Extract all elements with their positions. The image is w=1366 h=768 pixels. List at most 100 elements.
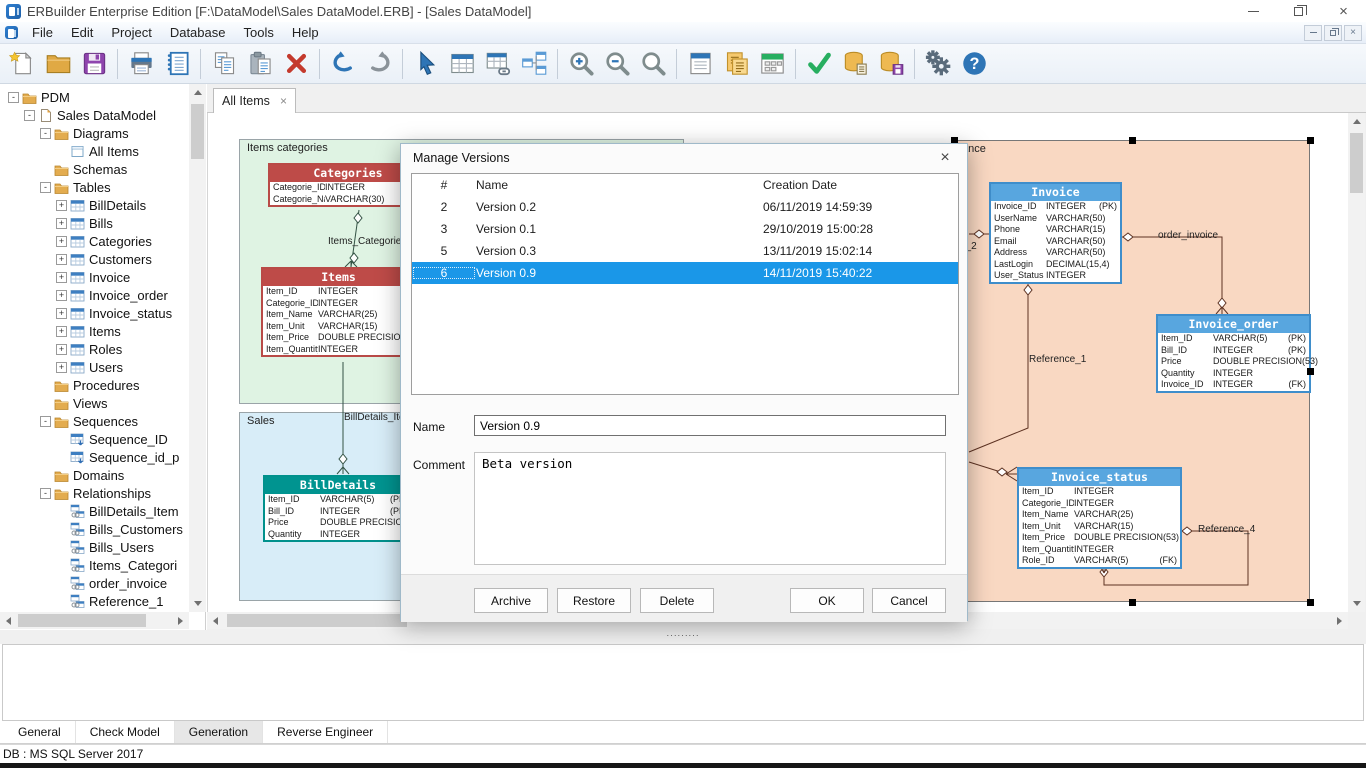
version-row-version-0-1[interactable]: 3Version 0.129/10/2019 15:00:28 xyxy=(412,218,958,240)
tree-toggle-icon[interactable]: - xyxy=(8,92,19,103)
tree-toggle-icon[interactable]: + xyxy=(56,200,67,211)
tree-item-customers[interactable]: +Customers xyxy=(0,250,189,268)
tab-generation[interactable]: Generation xyxy=(175,721,263,743)
scroll-up-icon[interactable] xyxy=(189,84,206,101)
tab-general[interactable]: General xyxy=(4,721,76,743)
tree-item-users[interactable]: +Users xyxy=(0,358,189,376)
tree-item-bills[interactable]: +Bills xyxy=(0,214,189,232)
mdi-minimize-button[interactable] xyxy=(1304,25,1322,41)
delete-icon[interactable] xyxy=(278,47,314,81)
versions-list[interactable]: #NameCreation Date2Version 0.206/11/2019… xyxy=(411,173,959,395)
paste-icon[interactable] xyxy=(242,47,278,81)
dialog-title-bar[interactable]: Manage Versions × xyxy=(401,144,967,171)
archive-button[interactable]: Archive xyxy=(474,588,548,613)
tree-item-views[interactable]: Views xyxy=(0,394,189,412)
cancel-button[interactable]: Cancel xyxy=(872,588,946,613)
entity-invoice_order[interactable]: Invoice_orderItem_IDVARCHAR(5)(PK)Bill_I… xyxy=(1156,314,1311,393)
tree-item-invoice[interactable]: +Invoice xyxy=(0,268,189,286)
tree-item-procedures[interactable]: Procedures xyxy=(0,376,189,394)
tree-item-relationships[interactable]: -Relationships xyxy=(0,484,189,502)
delete-button[interactable]: Delete xyxy=(640,588,714,613)
tree-item-items[interactable]: +Items xyxy=(0,322,189,340)
entity-items[interactable]: ItemsItem_IDINTEGERCategorie_IDINTEGERIt… xyxy=(261,267,416,357)
tree-toggle-icon[interactable]: + xyxy=(56,272,67,283)
settings-icon[interactable] xyxy=(920,47,956,81)
scroll-left-icon[interactable] xyxy=(207,612,224,629)
tree-item-sequences[interactable]: -Sequences xyxy=(0,412,189,430)
tree-item-sequence-id-p[interactable]: Sequence_id_p xyxy=(0,448,189,466)
selection-handle[interactable] xyxy=(1307,599,1314,606)
dialog-close-icon[interactable]: × xyxy=(935,149,955,167)
model-diagram-icon[interactable] xyxy=(516,47,552,81)
copy-icon[interactable] xyxy=(206,47,242,81)
close-button[interactable]: × xyxy=(1321,0,1366,22)
tree-item-billdetails[interactable]: +BillDetails xyxy=(0,196,189,214)
print-preview-icon[interactable] xyxy=(159,47,195,81)
menu-project[interactable]: Project xyxy=(102,22,160,44)
tab-close-icon[interactable]: × xyxy=(280,94,287,108)
zoom-in-icon[interactable] xyxy=(563,47,599,81)
tree-item-diagrams[interactable]: -Diagrams xyxy=(0,124,189,142)
tab-reverse-engineer[interactable]: Reverse Engineer xyxy=(263,721,388,743)
menu-tools[interactable]: Tools xyxy=(234,22,282,44)
tree-item-pdm[interactable]: -PDM xyxy=(0,88,189,106)
tree-item-billdetails-item[interactable]: BillDetails_Item xyxy=(0,502,189,520)
tree-toggle-icon[interactable]: + xyxy=(56,254,67,265)
tree-item-invoice-status[interactable]: +Invoice_status xyxy=(0,304,189,322)
tree-item-schemas[interactable]: Schemas xyxy=(0,160,189,178)
tree-toggle-icon[interactable]: - xyxy=(24,110,35,121)
table-link-icon[interactable] xyxy=(480,47,516,81)
menu-help[interactable]: Help xyxy=(283,22,328,44)
tree-vertical-scrollbar[interactable] xyxy=(189,84,206,612)
document-view-icon[interactable] xyxy=(682,47,718,81)
tree-toggle-icon[interactable]: + xyxy=(56,344,67,355)
tree-item-bills-users[interactable]: Bills_Users xyxy=(0,538,189,556)
entity-invoice[interactable]: InvoiceInvoice_IDINTEGER(PK)UserNameVARC… xyxy=(989,182,1122,284)
tree-item-domains[interactable]: Domains xyxy=(0,466,189,484)
tree-toggle-icon[interactable]: - xyxy=(40,416,51,427)
mdi-restore-button[interactable] xyxy=(1324,25,1342,41)
database-save-icon[interactable] xyxy=(873,47,909,81)
zoom-icon[interactable] xyxy=(635,47,671,81)
tree-item-categories[interactable]: +Categories xyxy=(0,232,189,250)
canvas-vertical-scrollbar[interactable] xyxy=(1348,113,1365,612)
selection-handle[interactable] xyxy=(1307,368,1314,375)
menu-edit[interactable]: Edit xyxy=(62,22,102,44)
version-row-version-0-2[interactable]: 2Version 0.206/11/2019 14:59:39 xyxy=(412,196,958,218)
help-icon[interactable]: ? xyxy=(956,47,992,81)
restore-button[interactable]: Restore xyxy=(557,588,631,613)
tree-toggle-icon[interactable]: - xyxy=(40,488,51,499)
report-icon[interactable] xyxy=(718,47,754,81)
entity-invoice_status[interactable]: Invoice_statusItem_IDINTEGERCategorie_ID… xyxy=(1017,467,1182,569)
comment-textarea[interactable]: Beta version xyxy=(474,452,946,565)
tree-toggle-icon[interactable]: + xyxy=(56,236,67,247)
tab-check-model[interactable]: Check Model xyxy=(76,721,175,743)
minimize-button[interactable] xyxy=(1231,0,1276,22)
scroll-left-icon[interactable] xyxy=(0,612,17,629)
new-table-icon[interactable] xyxy=(444,47,480,81)
mdi-close-button[interactable]: × xyxy=(1344,25,1362,41)
check-model-icon[interactable] xyxy=(801,47,837,81)
menu-file[interactable]: File xyxy=(23,22,62,44)
tree-item-reference-1[interactable]: Reference_1 xyxy=(0,592,189,610)
selection-handle[interactable] xyxy=(1307,137,1314,144)
tree-toggle-icon[interactable]: + xyxy=(56,362,67,373)
tree-item-invoice-order[interactable]: +Invoice_order xyxy=(0,286,189,304)
tree-toggle-icon[interactable]: + xyxy=(56,218,67,229)
tree-toggle-icon[interactable]: + xyxy=(56,326,67,337)
tree-item-roles[interactable]: +Roles xyxy=(0,340,189,358)
tree-toggle-icon[interactable]: + xyxy=(56,290,67,301)
tree-item-tables[interactable]: -Tables xyxy=(0,178,189,196)
tree-toggle-icon[interactable]: - xyxy=(40,182,51,193)
scroll-down-icon[interactable] xyxy=(1348,595,1365,612)
selection-handle[interactable] xyxy=(1129,599,1136,606)
tree-item-order-invoice[interactable]: order_invoice xyxy=(0,574,189,592)
version-row-version-0-9[interactable]: 6Version 0.914/11/2019 15:40:22 xyxy=(412,262,958,284)
tree-item-items-categori[interactable]: Items_Categori xyxy=(0,556,189,574)
restore-button[interactable] xyxy=(1276,0,1321,22)
tree-item-sequence-id[interactable]: Sequence_ID xyxy=(0,430,189,448)
version-name-input[interactable] xyxy=(474,415,946,436)
scroll-down-icon[interactable] xyxy=(189,595,206,612)
entity-billdetails[interactable]: BillDetailsItem_IDVARCHAR(5)(PK)Bill_IDI… xyxy=(263,475,413,542)
tree-item-sales-datamodel[interactable]: -Sales DataModel xyxy=(0,106,189,124)
